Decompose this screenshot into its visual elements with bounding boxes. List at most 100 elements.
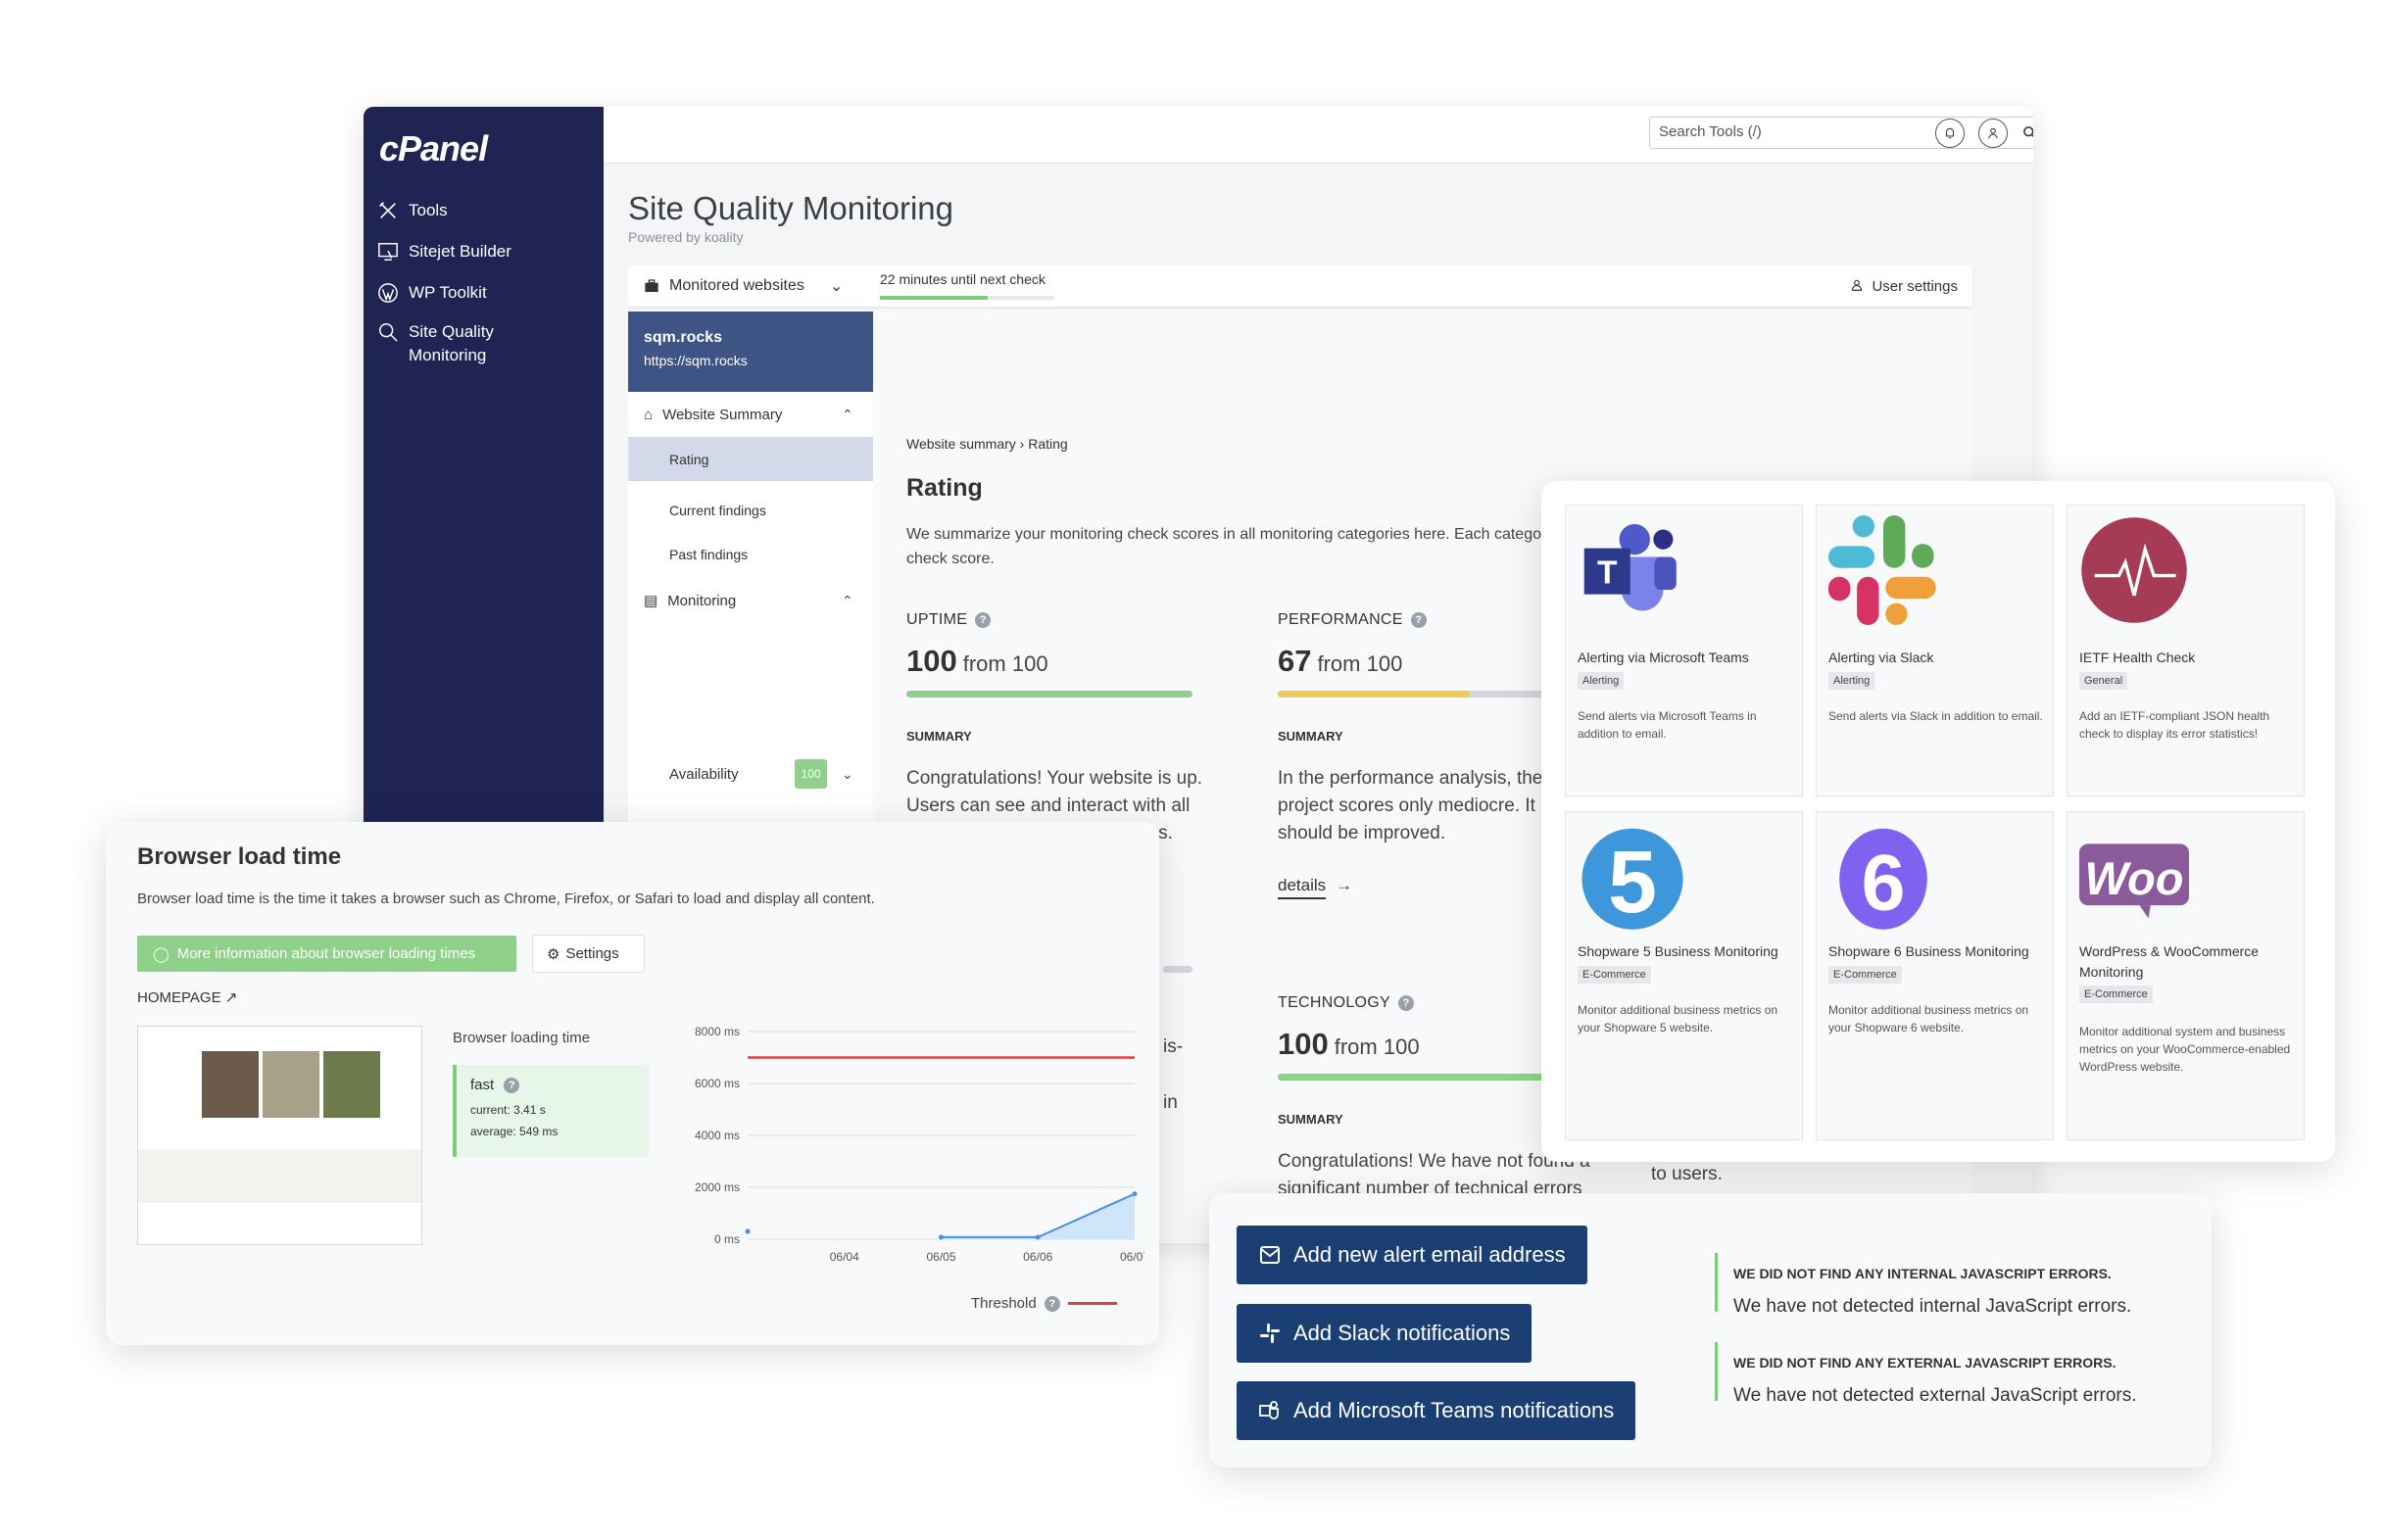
help-icon[interactable]: ? [1410, 612, 1427, 628]
monitored-websites-dropdown[interactable]: Monitored websites ⌄ [644, 276, 843, 296]
category-name: PERFORMANCE [1278, 611, 1403, 628]
nav-monitoring[interactable]: ▤ Monitoring ⌃ [628, 586, 873, 615]
result-title: WE DID NOT FIND ANY EXTERNAL JAVASCRIPT … [1733, 1355, 2116, 1371]
help-icon[interactable]: ? [504, 1077, 520, 1093]
sidebar-item-site-quality[interactable]: Site Quality Monitoring [377, 320, 495, 367]
nav-rating[interactable]: Rating [628, 437, 873, 481]
help-icon[interactable]: ? [1044, 1295, 1060, 1312]
category-label: UPTIME? [906, 611, 992, 629]
search-input[interactable]: Search Tools (/) [1649, 117, 2033, 149]
button-label: Add new alert email address [1293, 1242, 1566, 1267]
category-score: 100 from 100 [906, 644, 1048, 679]
section-heading: Rating [906, 474, 983, 502]
svg-text:5: 5 [1608, 833, 1657, 931]
breadcrumb-item[interactable]: Website summary [906, 436, 1016, 452]
add-alert-email-button[interactable]: Add new alert email address [1237, 1226, 1587, 1284]
sidebar-item-wp-toolkit[interactable]: WP Toolkit [377, 281, 487, 305]
summary-label: SUMMARY [1278, 729, 1343, 744]
current-value: current: 3.41 s [470, 1103, 546, 1117]
nav-past-findings[interactable]: Past findings [628, 540, 873, 569]
settings-button[interactable]: ⚙ Settings [532, 935, 645, 973]
data-point [745, 1228, 751, 1234]
page-title: Site Quality Monitoring [628, 190, 953, 226]
user-menu-button[interactable] [1978, 119, 2008, 148]
svg-text:6: 6 [1862, 840, 1906, 928]
integration-description: Monitor additional business metrics on y… [1828, 1003, 2029, 1035]
integration-card[interactable]: T Alerting via Microsoft Teams Alerting … [1565, 505, 1803, 796]
heartbeat-icon [2079, 515, 2189, 625]
status-box: fast? current: 3.41 s average: 549 ms [453, 1065, 649, 1157]
shopware5-icon: 5 [1578, 822, 1687, 932]
y-tick-label: 4000 ms [695, 1129, 740, 1142]
add-teams-button[interactable]: Add Microsoft Teams notifications [1237, 1381, 1636, 1440]
notifications-button[interactable] [1935, 119, 1965, 148]
hidden-fragment: to users. [1651, 1164, 1723, 1184]
site-url: https://sqm.rocks [644, 353, 748, 368]
woocommerce-icon: Woo [2079, 822, 2189, 932]
sidebar-item-sitejet[interactable]: Sitejet Builder [377, 240, 511, 264]
score-bar [1278, 1074, 1564, 1081]
site-name: sqm.rocks [644, 329, 723, 346]
monitored-websites-label: Monitored websites [669, 277, 804, 294]
breadcrumb-item: Rating [1028, 436, 1068, 452]
score-value: 67 [1278, 644, 1312, 678]
shopware6-icon: 6 [1828, 822, 1938, 932]
y-tick-label: 2000 ms [695, 1180, 740, 1194]
summary-label: SUMMARY [1278, 1112, 1343, 1127]
panel-description: Browser load time is the time it takes a… [137, 890, 875, 907]
details-link[interactable]: details → [1278, 876, 1352, 899]
button-label: Settings [565, 945, 619, 962]
site-selector[interactable]: sqm.rocks https://sqm.rocks [628, 312, 873, 392]
button-label: Add Microsoft Teams notifications [1293, 1398, 1615, 1422]
tools-icon [379, 202, 396, 218]
nav-label: Availability [669, 765, 739, 783]
microsoft-teams-icon [1259, 1401, 1279, 1420]
homepage-label: HOMEPAGE [137, 989, 221, 1006]
slack-icon [1260, 1323, 1280, 1343]
nav-current-findings[interactable]: Current findings [628, 496, 873, 525]
chevron-down-icon[interactable]: ⌄ [842, 766, 853, 783]
add-slack-button[interactable]: Add Slack notifications [1237, 1304, 1533, 1363]
external-link-icon: ↗ [224, 989, 238, 1006]
load-time-chart: 0 ms 2000 ms 4000 ms 6000 ms 8000 ms 06/04 06/… [695, 1025, 1144, 1264]
help-icon[interactable]: ? [1398, 995, 1415, 1011]
sitejet-icon [378, 243, 398, 261]
button-label: Add Slack notifications [1293, 1321, 1511, 1345]
integration-title: WordPress & WooCommerce Monitoring [2079, 943, 2260, 980]
result-body: We have not detected external JavaScript… [1733, 1385, 2137, 1406]
integration-title: IETF Health Check [2079, 650, 2196, 665]
sidebar-item-label: Tools [409, 201, 448, 219]
integration-card[interactable]: 5 Shopware 5 Business Monitoring E-Comme… [1565, 811, 1803, 1140]
integration-tag: Alerting [1578, 672, 1625, 690]
homepage-link[interactable]: HOMEPAGE ↗ [137, 988, 237, 1006]
more-info-button[interactable]: ◯ More information about browser loading … [137, 936, 516, 972]
microsoft-teams-icon: T [1578, 515, 1687, 625]
hidden-fragment: in [1163, 1092, 1178, 1113]
user-settings-button[interactable]: User settings [1850, 278, 1958, 295]
help-icon[interactable]: ? [975, 612, 992, 628]
integration-tag: E-Commerce [1828, 966, 1902, 984]
integration-title: Alerting via Microsoft Teams [1578, 650, 1749, 665]
average-value: average: 549 ms [470, 1125, 559, 1138]
legend-label: Threshold [971, 1295, 1037, 1312]
category-score: 67 from 100 [1278, 644, 1402, 679]
y-tick-label: 8000 ms [695, 1025, 740, 1038]
success-indicator [1715, 1253, 1718, 1312]
hidden-fragment: is- [1163, 1036, 1184, 1057]
homepage-screenshot [137, 1026, 422, 1245]
slack-icon [1828, 515, 1938, 625]
next-check-label: 22 minutes until next check [880, 271, 1046, 287]
integration-card[interactable]: IETF Health Check General Add an IETF-co… [2067, 505, 2305, 796]
success-indicator [1715, 1342, 1718, 1401]
browser-load-time-panel: Browser load time Browser load time is t… [106, 822, 1159, 1345]
integration-title: Alerting via Slack [1828, 650, 1934, 665]
alerts-panel: Add new alert email address Add Slack no… [1209, 1193, 2212, 1468]
sidebar-item-tools[interactable]: Tools [377, 199, 448, 222]
integration-card[interactable]: Alerting via Slack Alerting Send alerts … [1816, 505, 2054, 796]
integration-description: Monitor additional business metrics on y… [1578, 1003, 1778, 1035]
integration-card[interactable]: Woo WordPress & WooCommerce Monitoring E… [2067, 811, 2305, 1140]
integration-card[interactable]: 6 Shopware 6 Business Monitoring E-Comme… [1816, 811, 2054, 1140]
nav-check-availability[interactable]: Availability 100 ⌄ [628, 754, 873, 794]
score-bar [1278, 691, 1564, 698]
nav-website-summary[interactable]: ⌂ Website Summary ⌃ [628, 394, 873, 435]
